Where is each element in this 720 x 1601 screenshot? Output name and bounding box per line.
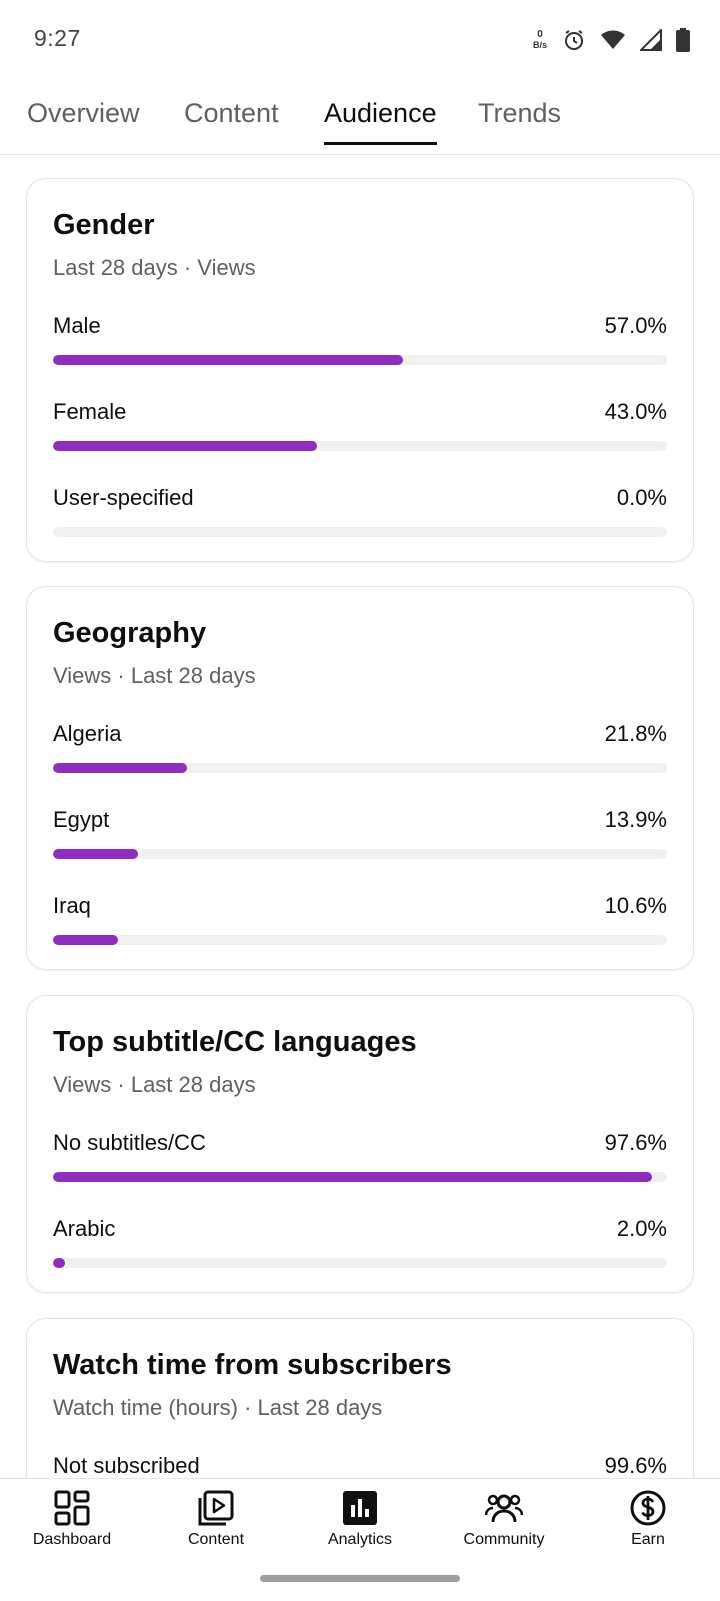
tab-audience[interactable]: Audience [324,98,437,145]
geography-card: Geography Views · Last 28 days Algeria 2… [26,586,694,970]
row-label: Female [53,399,127,424]
row-label: Not subscribed [53,1453,200,1478]
nav-analytics[interactable]: Analytics [288,1479,432,1569]
tab-bar: Overview Content Audience Trends [0,80,720,155]
list-item: Arabic 2.0% [53,1216,667,1286]
row-value: 57.0% [604,313,667,338]
active-tab-indicator [324,142,437,145]
nav-earn[interactable]: Earn [576,1479,720,1569]
row-label: Arabic [53,1216,116,1241]
analytics-icon [343,1491,377,1525]
community-icon [485,1494,523,1523]
status-time: 9:27 [34,25,81,51]
card-subtitle: Last 28 days · Views [53,255,256,280]
card-subtitle: Watch time (hours) · Last 28 days [53,1395,383,1420]
list-item: Algeria 21.8% [53,721,667,791]
content-icon [198,1490,234,1526]
progress-track [53,849,667,859]
network-speed-unit: B/s [532,40,547,50]
list-item: Egypt 13.9% [53,807,667,877]
progress-track [53,1258,667,1268]
list-item: Male 57.0% [53,313,667,383]
alarm-icon [565,30,583,50]
signal-icon [640,29,662,51]
progress-bar [53,1172,653,1182]
subtitle-languages-card: Top subtitle/CC languages Views · Last 2… [26,995,694,1293]
list-item: Iraq 10.6% [53,893,667,963]
tab-audience-label: Audience [324,98,437,128]
nav-community[interactable]: Community [432,1479,576,1569]
nav-dashboard[interactable]: Dashboard [0,1479,144,1569]
tab-trends[interactable]: Trends [478,98,561,145]
nav-content-label: Content [187,1531,245,1548]
tab-overview-label: Overview [27,98,140,128]
card-title: Top subtitle/CC languages [53,1026,417,1058]
dashboard-icon [54,1490,90,1526]
card-title: Watch time from subscribers [53,1349,452,1381]
earn-icon [630,1490,666,1526]
row-value: 10.6% [604,893,667,918]
battery-icon [676,28,690,52]
tab-content-label: Content [184,98,279,128]
progress-bar [53,355,403,365]
progress-track [53,935,667,945]
list-item: User-specified 0.0% [53,485,667,555]
nav-analytics-label: Analytics [327,1531,393,1548]
row-label: No subtitles/CC [53,1130,206,1155]
tab-trends-label: Trends [478,98,562,128]
nav-earn-label: Earn [631,1531,665,1548]
row-value: 2.0% [616,1216,667,1241]
row-label: Iraq [53,893,91,918]
card-subtitle: Views · Last 28 days [53,663,256,688]
progress-track [53,527,667,537]
gender-card: Gender Last 28 days · Views Male 57.0% F… [26,178,694,562]
tab-content[interactable]: Content [184,98,279,145]
list-item: No subtitles/CC 97.6% [53,1130,667,1200]
card-title: Geography [53,617,207,649]
row-value: 13.9% [604,807,667,832]
progress-track [53,763,667,773]
bottom-navigation: Dashboard Content Analytics Community Ea… [0,1478,720,1601]
home-indicator[interactable] [260,1575,460,1582]
list-item: Female 43.0% [53,399,667,469]
status-bar: 9:27 0 B/s [0,0,720,80]
row-label: Male [53,313,101,338]
progress-bar [53,1258,66,1268]
nav-community-label: Community [463,1531,545,1548]
nav-content[interactable]: Content [144,1479,288,1569]
tab-overview[interactable]: Overview [27,98,140,145]
progress-track [53,355,667,365]
row-value: 21.8% [604,721,667,746]
progress-bar [53,763,187,773]
progress-bar [53,441,318,451]
wifi-icon [601,30,625,49]
progress-track [53,1172,667,1182]
status-icons: 0 B/s [532,26,690,54]
network-speed-value: 0 [537,29,543,40]
row-value: 0.0% [616,485,667,510]
nav-dashboard-label: Dashboard [32,1531,112,1548]
card-title: Gender [53,209,155,241]
progress-bar [53,935,119,945]
row-label: Egypt [53,807,110,832]
row-value: 97.6% [604,1130,667,1155]
progress-bar [53,849,139,859]
progress-track [53,441,667,451]
card-subtitle: Views · Last 28 days [53,1072,256,1097]
row-label: User-specified [53,485,194,510]
row-label: Algeria [53,721,122,746]
row-value: 43.0% [604,399,667,424]
network-speed-indicator: 0 B/s [532,29,548,51]
row-value: 99.6% [604,1453,667,1478]
